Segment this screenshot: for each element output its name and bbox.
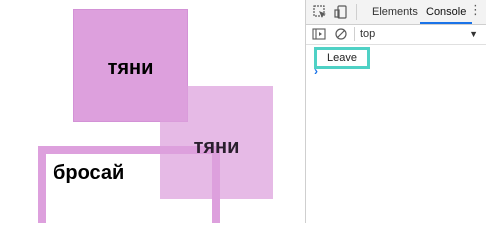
chevron-down-icon: ▼: [469, 29, 478, 39]
context-selector[interactable]: top ▼: [360, 27, 478, 42]
tab-console[interactable]: Console: [420, 0, 473, 24]
context-value: top: [360, 28, 376, 40]
console-toolbar-divider: [354, 27, 355, 41]
sidebar-toggle-icon[interactable]: [312, 27, 328, 43]
page-viewport: тяни бросай тяни: [0, 0, 305, 223]
devtools-panel: Elements Console ⋮ top ▼ Leave ›: [305, 0, 486, 223]
inspect-icon[interactable]: [312, 4, 328, 20]
console-message: Leave: [314, 47, 370, 69]
console-log-row: Leave: [306, 45, 486, 69]
draggable-box-2-label: тяни: [193, 136, 240, 158]
tab-elements[interactable]: Elements: [366, 0, 424, 24]
console-toolbar: top ▼: [306, 25, 486, 45]
drop-zone-label: бросай: [53, 162, 125, 184]
draggable-box-2[interactable]: тяни: [160, 86, 273, 199]
devtools-toolbar: Elements Console ⋮: [306, 0, 486, 25]
draggable-box-1-label: тяни: [107, 57, 154, 79]
device-toggle-icon[interactable]: [333, 4, 349, 20]
toolbar-divider: [356, 4, 357, 20]
more-icon[interactable]: ⋮: [469, 2, 482, 18]
clear-console-icon[interactable]: [334, 27, 350, 43]
console-prompt-icon[interactable]: ›: [314, 64, 318, 78]
